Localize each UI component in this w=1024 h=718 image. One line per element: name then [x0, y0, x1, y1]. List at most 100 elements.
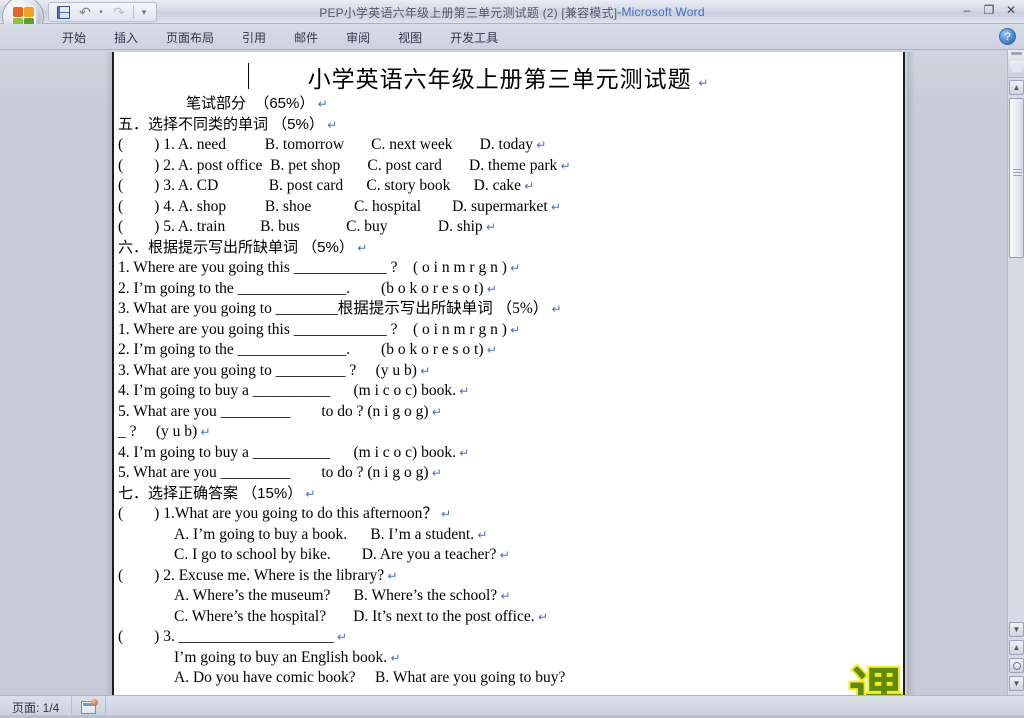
scroll-down-button[interactable]: ▼: [1009, 622, 1024, 637]
document-line: 4. I’m going to buy a __________ (m i c …: [114, 381, 903, 402]
paragraph-mark-icon: ↵: [698, 76, 710, 90]
paragraph-mark-icon: ↵: [548, 302, 562, 316]
document-last-line: A. Do you have comic book? B. What are y…: [174, 669, 566, 686]
document-line-text: 六．根据提示写出所缺单词 （5%）: [118, 238, 354, 256]
document-workspace: 小学英语六年级上册第三单元测试题 ↵ 笔试部分 （65%） ↵ 五．选择不同类的单…: [0, 50, 1024, 695]
tab-label: 视图: [398, 30, 423, 45]
tab-page-layout[interactable]: 页面布局: [152, 24, 228, 50]
tab-insert[interactable]: 插入: [100, 24, 152, 50]
document-text-area[interactable]: 小学英语六年级上册第三单元测试题 ↵ 笔试部分 （65%） ↵ 五．选择不同类的单…: [114, 52, 903, 695]
document-line: 4. I’m going to buy a __________ (m i c …: [114, 443, 903, 464]
document-line: _ ? (y u b) ↵: [114, 422, 903, 443]
paragraph-mark-icon: ↵: [428, 404, 442, 419]
paragraph-mark-icon: ↵: [197, 425, 211, 439]
paragraph-mark-icon: ↵: [534, 609, 548, 624]
document-line-text: ( ) 1.What are you going to do this afte…: [118, 505, 438, 522]
document-body[interactable]: 笔试部分 （65%） ↵ 五．选择不同类的单词 （5%） ↵( ) 1. A. n…: [114, 94, 903, 668]
split-bar-handle[interactable]: [1008, 50, 1024, 78]
document-line: A. Where’s the museum? B. Where’s the sc…: [114, 586, 903, 607]
document-line-text: _ ? (y u b): [118, 423, 198, 440]
document-line-text: 3. What are you going to ________根据提示写出所…: [118, 300, 549, 317]
tab-view[interactable]: 视图: [384, 24, 436, 50]
close-button[interactable]: ✕: [1002, 2, 1020, 18]
paragraph-mark-icon: ↵: [323, 117, 338, 132]
document-line-text: 5. What are you _________ to do ? (n i g…: [118, 402, 429, 420]
document-map-icon: [1009, 61, 1024, 75]
document-line-text: ( ) 3. A. CD B. post card C. story book …: [118, 177, 521, 194]
paragraph-mark-icon: ↵: [547, 199, 562, 214]
minimize-button[interactable]: –: [958, 2, 976, 18]
document-line: ( ) 2. Excuse me. Where is the library? …: [114, 566, 903, 587]
window-title-document: PEP小学英语六年级上册第三单元测试题 (2) [兼容模式]: [319, 5, 618, 20]
document-title-line: 小学英语六年级上册第三单元测试题 ↵: [114, 60, 903, 94]
page-shadow-left: [105, 52, 112, 695]
double-up-arrow-icon: ▲: [1012, 643, 1021, 652]
document-line: ( ) 1.What are you going to do this afte…: [114, 504, 903, 525]
page-view-icon: [81, 698, 99, 714]
document-line: 3. What are you going to _________ ? (y …: [114, 361, 903, 382]
document-line-text: ( ) 2. A. post office B. pet shop C. pos…: [118, 156, 558, 174]
select-browse-object-button[interactable]: [1009, 658, 1024, 673]
paragraph-mark-icon: ↵: [455, 445, 470, 460]
document-line: I’m going to buy an English book. ↵: [114, 648, 903, 669]
document-line: 2. I’m going to the ______________. (b o…: [114, 279, 903, 300]
tab-references[interactable]: 引用: [228, 24, 280, 50]
paragraph-mark-icon: ↵: [384, 568, 398, 583]
document-line-text: 2. I’m going to the ______________. (b o…: [118, 279, 484, 297]
window-controls: – ❐ ✕: [958, 2, 1020, 18]
paragraph-mark-icon: ↵: [353, 240, 368, 255]
document-line: ( ) 2. A. post office B. pet shop C. pos…: [114, 156, 903, 177]
next-page-button[interactable]: ▼: [1009, 676, 1024, 691]
tab-label: 开始: [62, 30, 87, 45]
document-line: 六．根据提示写出所缺单词 （5%） ↵: [114, 238, 903, 259]
text-caret: [248, 63, 249, 89]
tab-label: 引用: [242, 30, 267, 45]
scrollbar-thumb[interactable]: [1009, 98, 1024, 258]
document-line: 5. What are you _________ to do ? (n i g…: [114, 402, 903, 423]
tab-mailings[interactable]: 邮件: [280, 24, 332, 50]
document-line-text: ( ) 1. A. need B. tomorrow C. next week …: [118, 136, 533, 153]
document-line: ( ) 4. A. shop B. shoe C. hospital D. su…: [114, 197, 903, 218]
document-line: 七．选择正确答案 （15%） ↵: [114, 484, 903, 505]
paragraph-mark-icon: ↵: [483, 343, 497, 357]
document-line: ( ) 3. ____________________ ↵: [114, 627, 903, 648]
tab-developer[interactable]: 开发工具: [436, 24, 512, 50]
document-line: A. I’m going to buy a book. B. I’m a stu…: [114, 525, 903, 546]
document-line: C. I go to school by bike. D. Are you a …: [114, 545, 903, 566]
circle-icon: [1012, 661, 1021, 670]
document-line-text: 五．选择不同类的单词 （5%）: [118, 115, 324, 133]
document-line-text: 3. What are you going to _________ ? (y …: [118, 361, 417, 379]
document-line: 3. What are you going to ________根据提示写出所…: [114, 299, 903, 320]
document-line-text: 4. I’m going to buy a __________ (m i c …: [118, 443, 456, 461]
paragraph-mark-icon: ↵: [428, 466, 442, 480]
document-line: C. Where’s the hospital? D. It’s next to…: [114, 607, 903, 628]
scrollbar-grip-icon: [1013, 169, 1022, 176]
document-line-text: 1. Where are you going this ____________…: [118, 320, 507, 338]
paragraph-mark-icon: ↵: [455, 384, 470, 398]
tab-label: 审阅: [346, 30, 371, 45]
document-page[interactable]: 小学英语六年级上册第三单元测试题 ↵ 笔试部分 （65%） ↵ 五．选择不同类的单…: [112, 52, 905, 695]
help-button[interactable]: ?: [999, 28, 1016, 45]
window-title: PEP小学英语六年级上册第三单元测试题 (2) [兼容模式] - Microso…: [0, 0, 1024, 24]
document-line: 2. I’m going to the ______________. (b o…: [114, 340, 903, 361]
ribbon-tabs: 开始 插入 页面布局 引用 邮件 审阅 视图 开发工具: [48, 24, 512, 50]
tab-review[interactable]: 审阅: [332, 24, 384, 50]
document-line: 1. Where are you going this ____________…: [114, 258, 903, 279]
double-down-arrow-icon: ▼: [1012, 679, 1021, 688]
tab-home[interactable]: 开始: [48, 24, 100, 50]
scroll-up-button[interactable]: ▲: [1009, 80, 1024, 95]
document-line-text: A. I’m going to buy a book. B. I’m a stu…: [174, 525, 475, 543]
ribbon-tab-bar: 开始 插入 页面布局 引用 邮件 审阅 视图 开发工具 ?: [0, 24, 1024, 50]
paragraph-mark-icon: ↵: [497, 589, 511, 603]
previous-page-button[interactable]: ▲: [1009, 640, 1024, 655]
document-line: 五．选择不同类的单词 （5%） ↵: [114, 115, 903, 136]
document-line-text: 5. What are you _________ to do ? (n i g…: [118, 464, 429, 481]
word-application-window: ↶ ▾ ↷ ▾ PEP小学英语六年级上册第三单元测试题 (2) [兼容模式] -…: [0, 0, 1024, 718]
paragraph-mark-icon: ↵: [520, 179, 535, 193]
document-line-text: 4. I’m going to buy a __________ (m i c …: [118, 382, 456, 399]
document-line: ( ) 5. A. train B. bus C. buy D. ship ↵: [114, 217, 903, 238]
tab-label: 页面布局: [166, 30, 215, 45]
vertical-scrollbar[interactable]: ▲ ▼ ▲ ▼: [1007, 50, 1024, 695]
document-line-text: 1. Where are you going this ____________…: [118, 259, 507, 276]
restore-button[interactable]: ❐: [980, 2, 998, 18]
